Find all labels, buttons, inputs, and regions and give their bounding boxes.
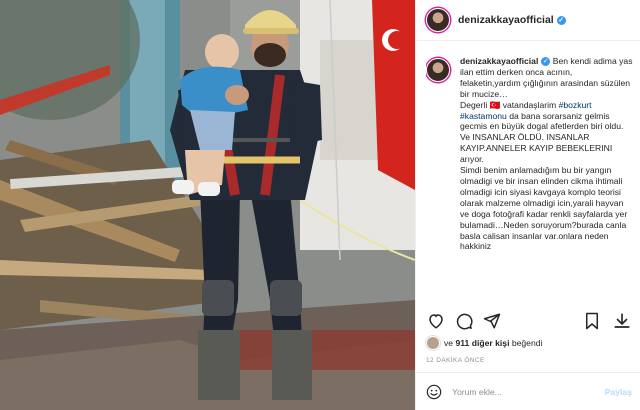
- comment-input[interactable]: [452, 386, 592, 397]
- comment-bar: Paylaş: [416, 372, 640, 410]
- hashtag-link[interactable]: #kastamonu: [460, 111, 507, 121]
- caption-avatar[interactable]: [426, 58, 450, 82]
- bookmark-icon[interactable]: [582, 311, 602, 331]
- emoji-icon[interactable]: [426, 384, 442, 400]
- caption-body: Ben kendi adima yas ilan ettim derken on…: [460, 56, 633, 251]
- caption-username[interactable]: denizakkayaofficial: [460, 56, 538, 66]
- post-photo[interactable]: [0, 0, 415, 410]
- caption-text: denizakkayaofficial ✓ Ben kendi adima yas…: [460, 56, 634, 252]
- comment-icon[interactable]: [454, 311, 474, 331]
- hashtag-link[interactable]: #bozkurt: [559, 100, 592, 110]
- post-timestamp[interactable]: 12 DAKİKA ÖNCE: [426, 357, 485, 364]
- verified-icon: ✓: [541, 57, 551, 66]
- rescue-worker-holding-baby-image: [0, 0, 415, 410]
- caption-segment: Simdi benim anlamadığım bu bir yangın ol…: [460, 165, 628, 252]
- post-sidebar: denizakkayaofficial ✓ denizakkayaofficial…: [415, 0, 640, 410]
- likes-count-link[interactable]: 911 diğer kişi: [455, 338, 509, 348]
- send-icon[interactable]: [482, 311, 502, 331]
- download-icon[interactable]: [612, 311, 632, 331]
- caption-block: denizakkayaofficial ✓ Ben kendi adima yas…: [426, 56, 634, 304]
- heart-icon[interactable]: [426, 311, 446, 331]
- caption-segment: Degerli 🇹🇷 vatandaşlarim: [460, 99, 559, 110]
- post-header: denizakkayaofficial ✓: [416, 0, 640, 41]
- profile-avatar[interactable]: [426, 8, 450, 32]
- likes-text: ve 911 diğer kişi beğendi: [444, 338, 543, 348]
- likes-summary: ve 911 diğer kişi beğendi: [426, 336, 542, 350]
- username-text[interactable]: denizakkayaofficial: [458, 14, 554, 26]
- share-button[interactable]: Paylaş: [605, 387, 632, 397]
- username-link[interactable]: denizakkayaofficial ✓: [458, 14, 566, 26]
- verified-icon: ✓: [556, 16, 566, 25]
- action-bar: [426, 309, 632, 333]
- liker-avatar[interactable]: [426, 336, 440, 350]
